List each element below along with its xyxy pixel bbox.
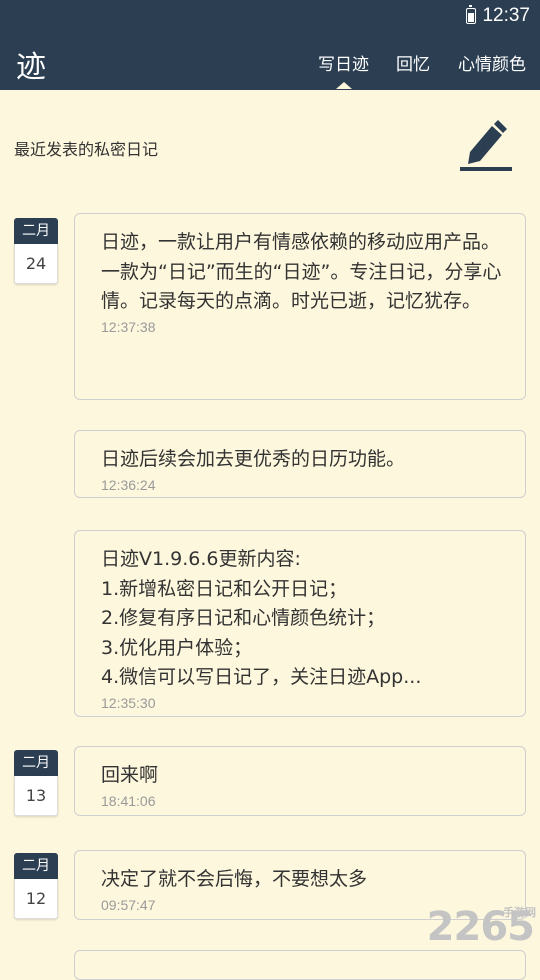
diary-entry-time: 12:36:24 xyxy=(101,476,156,493)
diary-entry-time: 18:41:06 xyxy=(101,792,156,809)
diary-entry-text: 日迹后续会加去更优秀的日历功能。 xyxy=(101,448,406,470)
diary-entry-text: 回来啊 xyxy=(101,764,159,786)
date-badge-day: 24 xyxy=(14,244,58,284)
date-badge: 二月 12 xyxy=(14,853,58,921)
diary-entry-card[interactable]: 日迹，一款让用户有情感依赖的移动应用产品。 一款为“日记”而生的“日迹”。专注日… xyxy=(74,213,526,400)
app-logo: 迹 xyxy=(16,50,46,85)
diary-entry-card[interactable]: 回来啊 18:41:06 xyxy=(74,746,526,816)
date-badge-day: 12 xyxy=(14,879,58,919)
date-badge: 二月 24 xyxy=(14,218,58,286)
diary-entry-time: 12:37:38 xyxy=(101,318,156,335)
battery-icon xyxy=(466,5,476,24)
active-tab-indicator xyxy=(336,82,352,89)
diary-entry-text: 决定了就不会后悔，不要想太多 xyxy=(101,868,368,890)
status-time: 12:37 xyxy=(482,5,530,26)
diary-entry-card[interactable]: 日迹后续会加去更优秀的日历功能。 12:36:24 xyxy=(74,430,526,498)
date-badge-day: 13 xyxy=(14,776,58,816)
diary-entry-text: 日迹，一款让用户有情感依赖的移动应用产品。 一款为“日记”而生的“日迹”。专注日… xyxy=(101,231,502,312)
tab-mood-colors[interactable]: 心情颜色 xyxy=(458,50,526,75)
tab-memories[interactable]: 回忆 xyxy=(396,50,430,75)
section-title: 最近发表的私密日记 xyxy=(14,140,159,159)
watermark-small: 手游网 xyxy=(503,906,536,919)
date-badge-month: 二月 xyxy=(14,218,58,244)
site-watermark: 2265 手游网 xyxy=(427,904,536,950)
diary-entry-time: 12:35:30 xyxy=(101,694,156,711)
status-bar: 12:37 xyxy=(0,0,540,32)
date-badge-month: 二月 xyxy=(14,750,58,776)
app-toolbar: 迹 写日迹 回忆 心情颜色 xyxy=(0,32,540,90)
date-badge: 二月 13 xyxy=(14,750,58,818)
diary-entry-card[interactable]: 日迹V1.9.6.6更新内容: 1.新增私密日记和公开日记； 2.修复有序日记和… xyxy=(74,530,526,717)
tab-write-diary[interactable]: 写日迹 xyxy=(318,50,369,75)
pencil-icon[interactable] xyxy=(456,118,516,176)
diary-entry-text: 日迹V1.9.6.6更新内容: 1.新增私密日记和公开日记； 2.修复有序日记和… xyxy=(101,548,422,688)
date-badge-month: 二月 xyxy=(14,853,58,879)
diary-entry-card[interactable] xyxy=(74,950,526,980)
